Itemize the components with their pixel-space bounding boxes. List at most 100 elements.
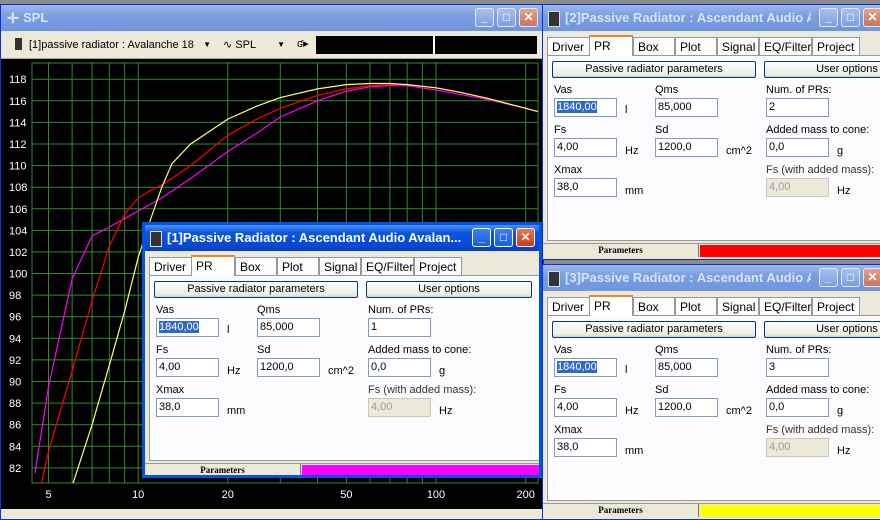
tab-box[interactable]: Box xyxy=(633,37,675,55)
maximize-button[interactable]: □ xyxy=(497,8,516,27)
close-button[interactable]: ✕ xyxy=(863,8,880,27)
user-options-button[interactable]: User options xyxy=(764,61,880,78)
fs-added-mass-label: Fs (with added mass): xyxy=(368,384,477,396)
xmax-input[interactable]: 38,0 xyxy=(156,398,219,417)
status-color-swatch xyxy=(302,465,539,475)
added-mass-input[interactable]: 0,0 xyxy=(766,398,829,417)
tab-signal[interactable]: Signal xyxy=(319,257,361,275)
fs-unit: Hz xyxy=(625,145,639,157)
xmax-label: Xmax xyxy=(554,164,583,176)
sd-input[interactable]: 1200,0 xyxy=(257,358,320,377)
fs-input[interactable]: 4,00 xyxy=(554,138,617,157)
maximize-button[interactable]: □ xyxy=(494,228,513,247)
vas-input[interactable]: 1840,00 xyxy=(156,318,219,337)
qms-label: Qms xyxy=(655,84,679,96)
minimize-button[interactable]: _ xyxy=(819,8,838,27)
y-tick-label: 112 xyxy=(9,139,27,151)
spl-window-title: SPL xyxy=(23,10,49,25)
minimize-button[interactable]: _ xyxy=(819,268,838,287)
maximize-button[interactable]: □ xyxy=(841,8,860,27)
num-prs-input[interactable]: 3 xyxy=(766,358,829,377)
tab-pr[interactable]: PR xyxy=(589,35,633,56)
fs-added-mass-input: 4,00 xyxy=(766,178,829,197)
tab-driver[interactable]: Driver xyxy=(547,297,591,315)
num-prs-label: Num. of PRs: xyxy=(368,304,434,316)
fs-unit: Hz xyxy=(227,365,241,377)
tab-project[interactable]: Project xyxy=(812,37,860,55)
signal-select[interactable]: ∿ SPL ▼ xyxy=(223,36,287,54)
tab-project[interactable]: Project xyxy=(812,297,860,315)
vas-input[interactable]: 1840,00 xyxy=(554,98,617,117)
xmax-unit: mm xyxy=(625,185,644,197)
maximize-button[interactable]: □ xyxy=(841,268,860,287)
added-mass-label: Added mass to cone: xyxy=(368,344,472,356)
num-prs-label: Num. of PRs: xyxy=(766,344,832,356)
close-button[interactable]: ✕ xyxy=(519,8,538,27)
close-button[interactable]: ✕ xyxy=(863,268,880,287)
tab-box[interactable]: Box xyxy=(235,257,277,275)
tab-signal[interactable]: Signal xyxy=(717,297,759,315)
pr-titlebar[interactable]: [2]Passive Radiator : Ascendant Audio Av… xyxy=(543,5,880,31)
sd-label: Sd xyxy=(655,384,669,396)
user-options-button[interactable]: User options xyxy=(764,321,880,338)
tab-driver[interactable]: Driver xyxy=(547,37,591,55)
tab-pr[interactable]: PR xyxy=(191,255,235,276)
status-bar: Parameters xyxy=(145,463,539,475)
tab-eq-filter[interactable]: EQ/Filter xyxy=(759,297,812,315)
tab-signal[interactable]: Signal xyxy=(717,37,759,55)
added-mass-unit: g xyxy=(439,365,446,377)
added-mass-input[interactable]: 0,0 xyxy=(766,138,829,157)
tab-eq-filter[interactable]: EQ/Filter xyxy=(759,37,812,55)
passive-radiator-parameters-button[interactable]: Passive radiator parameters xyxy=(154,281,358,298)
x-tick-label: 50 xyxy=(340,489,352,501)
xmax-unit: mm xyxy=(227,405,246,417)
tab-driver[interactable]: Driver xyxy=(149,257,193,275)
pr-window-3: [3]Passive Radiator : Ascendant Audio Av… xyxy=(542,264,880,520)
sd-input[interactable]: 1200,0 xyxy=(655,398,718,417)
tab-pr[interactable]: PR xyxy=(589,295,633,316)
vas-label: Vas xyxy=(156,304,175,316)
tab-box[interactable]: Box xyxy=(633,297,675,315)
tab-project[interactable]: Project xyxy=(414,257,462,275)
speaker-icon xyxy=(150,231,162,247)
qms-input[interactable]: 85,000 xyxy=(655,358,718,377)
vas-input[interactable]: 1840,00 xyxy=(554,358,617,377)
tab-plot[interactable]: Plot xyxy=(675,297,717,315)
xmax-input[interactable]: 38,0 xyxy=(554,178,617,197)
spl-titlebar[interactable]: ✛ SPL _ □ ✕ xyxy=(1,5,543,31)
sd-input[interactable]: 1200,0 xyxy=(655,138,718,157)
qms-input[interactable]: 85,000 xyxy=(655,98,718,117)
tab-plot[interactable]: Plot xyxy=(277,257,319,275)
sd-unit: cm^2 xyxy=(328,365,354,377)
user-options-button[interactable]: User options xyxy=(366,281,532,298)
fs-input[interactable]: 4,00 xyxy=(156,358,219,377)
xmax-unit: mm xyxy=(625,445,644,457)
status-color-swatch xyxy=(700,245,880,257)
fs-added-mass-input: 4,00 xyxy=(368,398,431,417)
fs-added-mass-label: Fs (with added mass): xyxy=(766,164,875,176)
num-prs-input[interactable]: 1 xyxy=(368,318,431,337)
pr-panel: Passive radiator parameters User options… xyxy=(547,315,880,501)
driver-select[interactable]: [1]passive radiator : Avalanche 18 ▼ xyxy=(29,36,215,54)
xmax-input[interactable]: 38,0 xyxy=(554,438,617,457)
minimize-button[interactable]: _ xyxy=(472,228,491,247)
passive-radiator-parameters-button[interactable]: Passive radiator parameters xyxy=(552,61,756,78)
num-prs-input[interactable]: 2 xyxy=(766,98,829,117)
tab-plot[interactable]: Plot xyxy=(675,37,717,55)
added-mass-unit: g xyxy=(837,145,844,157)
close-button[interactable]: ✕ xyxy=(516,228,535,247)
xmax-label: Xmax xyxy=(554,424,583,436)
minimize-button[interactable]: _ xyxy=(475,8,494,27)
status-color-swatch xyxy=(700,505,880,517)
fs-added-mass-input: 4,00 xyxy=(766,438,829,457)
added-mass-input[interactable]: 0,0 xyxy=(368,358,431,377)
fs-input[interactable]: 4,00 xyxy=(554,398,617,417)
pr-titlebar[interactable]: [1]Passive Radiator : Ascendant Audio Av… xyxy=(145,225,539,251)
x-tick-label: 200 xyxy=(517,489,535,501)
pr-titlebar[interactable]: [3]Passive Radiator : Ascendant Audio Av… xyxy=(543,265,880,291)
y-tick-label: 106 xyxy=(9,204,27,216)
marker-icon[interactable]: ʛ▸ xyxy=(297,37,309,50)
qms-input[interactable]: 85,000 xyxy=(257,318,320,337)
tab-eq-filter[interactable]: EQ/Filter xyxy=(361,257,414,275)
passive-radiator-parameters-button[interactable]: Passive radiator parameters xyxy=(552,321,756,338)
